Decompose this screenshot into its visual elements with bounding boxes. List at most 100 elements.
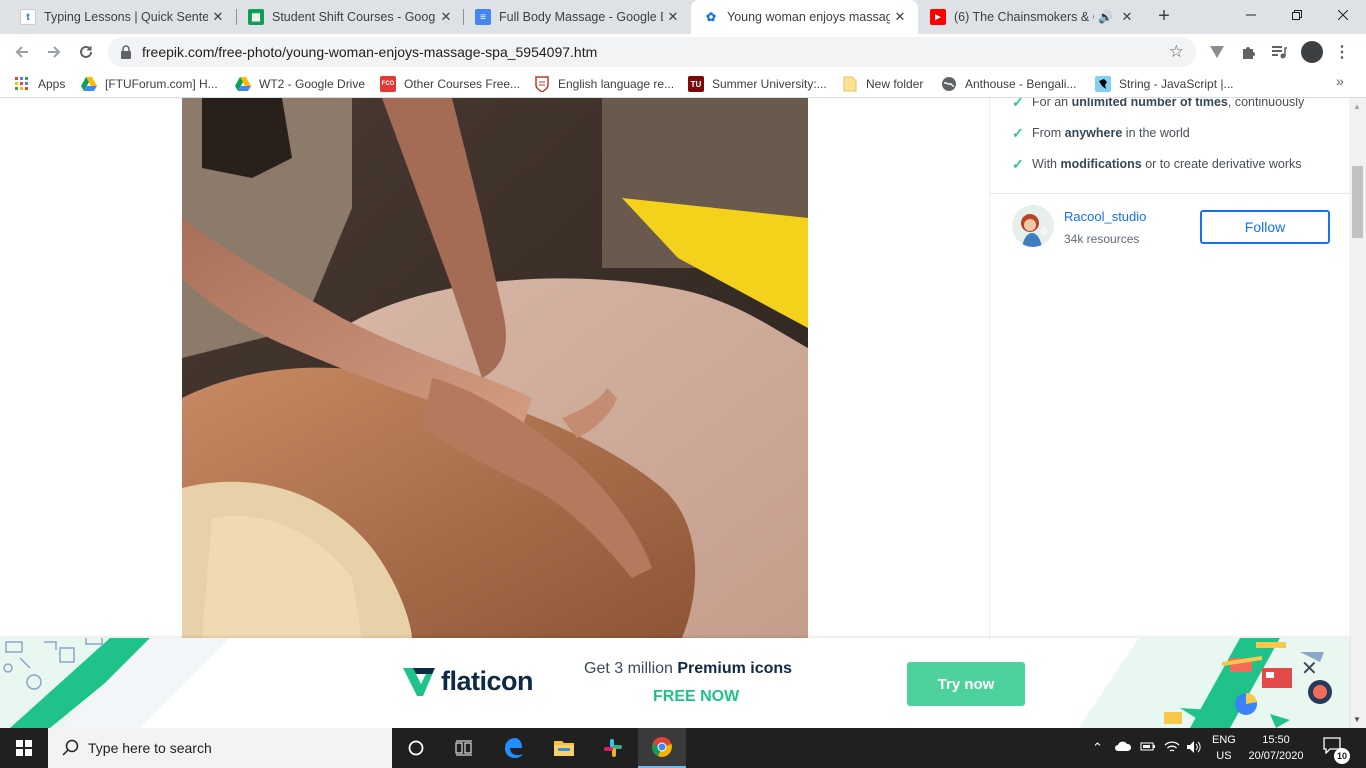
windows-logo-icon	[16, 740, 32, 756]
page-content: ✓ For an unlimited number of times, cont…	[0, 98, 1349, 728]
tab-young-woman-massage[interactable]: ✿ Young woman enjoys massage ✕	[691, 0, 918, 34]
battery-icon[interactable]	[1140, 740, 1156, 755]
input-language-indicator[interactable]: ENG US	[1212, 732, 1236, 764]
youtube-icon: ▶	[930, 9, 946, 25]
media-control-icon[interactable]	[1267, 40, 1291, 64]
bookmark-apps[interactable]: Apps	[14, 75, 65, 93]
bookmark-summer-university[interactable]: TU Summer University:...	[688, 75, 827, 93]
profile-avatar[interactable]	[1301, 41, 1323, 63]
tab-student-shift-courses[interactable]: ▦ Student Shift Courses - Google Sheets …	[236, 0, 464, 34]
author-resources-count: 34k resources	[1064, 232, 1140, 246]
promo-subline: FREE NOW	[653, 688, 740, 705]
folder-icon	[554, 741, 574, 756]
scroll-down-arrow-icon[interactable]: ▼	[1353, 715, 1361, 724]
menu-kebab-icon[interactable]: ⋮	[1330, 40, 1354, 64]
bookmark-label: WT2 - Google Drive	[259, 77, 366, 91]
scrollbar-thumb[interactable]	[1352, 166, 1363, 238]
cortana-button[interactable]	[392, 728, 440, 768]
extensions-puzzle-icon[interactable]	[1236, 40, 1260, 64]
minimize-button[interactable]	[1228, 0, 1274, 30]
google-drive-icon	[81, 76, 97, 92]
taskbar-slack[interactable]	[589, 728, 637, 768]
extension-v-icon[interactable]	[1205, 40, 1229, 64]
bookmark-label: Anthouse - Bengali...	[965, 77, 1077, 91]
bookmark-string-javascript[interactable]: String - JavaScript |...	[1095, 75, 1234, 93]
clock-time: 15:50	[1262, 734, 1290, 746]
close-icon[interactable]: ✕	[208, 9, 228, 25]
author-avatar[interactable]	[1012, 205, 1054, 247]
speaker-icon[interactable]: 🔊	[1098, 10, 1113, 24]
bookmark-label: Summer University:...	[712, 77, 827, 91]
back-button[interactable]	[10, 40, 34, 64]
close-icon[interactable]: ✕	[1117, 9, 1137, 25]
language-code: ENG	[1212, 734, 1236, 746]
try-now-button[interactable]: Try now	[907, 662, 1025, 706]
taskbar-search-box[interactable]: Type here to search	[48, 728, 392, 768]
license-text: With	[1032, 157, 1061, 171]
reload-button[interactable]	[74, 40, 98, 64]
close-window-button[interactable]	[1320, 0, 1366, 30]
close-icon[interactable]: ✕	[663, 9, 683, 25]
check-icon: ✓	[1012, 125, 1024, 141]
bookmark-label: String - JavaScript |...	[1119, 77, 1234, 91]
url-text[interactable]: freepik.com/free-photo/young-woman-enjoy…	[142, 44, 597, 60]
bookmark-wt2-drive[interactable]: WT2 - Google Drive	[235, 75, 365, 93]
flaticon-logo-icon	[403, 667, 435, 696]
check-icon: ✓	[1012, 98, 1024, 110]
close-icon[interactable]: ✕	[1301, 656, 1318, 681]
close-icon	[1338, 10, 1348, 20]
promo-headline: Get 3 million Premium icons	[584, 660, 792, 678]
folder-icon	[842, 76, 858, 92]
page-scrollbar[interactable]: ▲ ▼	[1349, 98, 1366, 728]
volume-icon[interactable]	[1186, 740, 1202, 757]
lock-icon[interactable]	[120, 45, 132, 64]
tab-title: (6) The Chainsmokers & Coldplay	[954, 10, 1094, 24]
system-clock[interactable]: 15:50 20/07/2020	[1244, 732, 1308, 764]
close-icon[interactable]: ✕	[436, 9, 456, 25]
promo-prefix: Get 3 million	[584, 660, 678, 677]
address-bar[interactable]: freepik.com/free-photo/young-woman-enjoy…	[108, 37, 1196, 67]
close-icon[interactable]: ✕	[890, 9, 910, 25]
wifi-icon[interactable]	[1164, 740, 1180, 757]
license-bold: unlimited number of times	[1071, 98, 1228, 109]
onedrive-icon[interactable]	[1114, 740, 1132, 755]
tab-full-body-massage[interactable]: ≡ Full Body Massage - Google Docs ✕	[463, 0, 691, 34]
new-tab-button[interactable]: +	[1152, 5, 1176, 29]
restore-button[interactable]	[1274, 0, 1320, 30]
start-button[interactable]	[0, 728, 48, 768]
taskbar-file-explorer[interactable]	[540, 728, 588, 768]
resource-sidebar: ✓ For an unlimited number of times, cont…	[989, 98, 1349, 639]
follow-button[interactable]: Follow	[1200, 210, 1330, 244]
author-name-link[interactable]: Racool_studio	[1064, 209, 1146, 224]
taskbar-edge[interactable]	[491, 728, 539, 768]
photo-illustration	[182, 98, 808, 639]
forward-button[interactable]	[42, 40, 66, 64]
check-icon: ✓	[1012, 156, 1024, 172]
bookmark-star-icon[interactable]: ☆	[1169, 42, 1184, 62]
bookmark-anthouse[interactable]: Anthouse - Bengali...	[941, 75, 1076, 93]
scroll-up-arrow-icon[interactable]: ▲	[1353, 102, 1361, 111]
taskbar-chrome[interactable]	[638, 728, 686, 768]
massage-photo[interactable]	[182, 98, 808, 639]
task-view-button[interactable]	[440, 728, 488, 768]
typing-favicon: t	[20, 9, 36, 25]
tab-youtube-chainsmokers[interactable]: ▶ (6) The Chainsmokers & Coldplay 🔊 ✕	[918, 0, 1146, 34]
google-sheets-icon: ▦	[248, 9, 264, 25]
bookmark-english-language[interactable]: English language re...	[534, 75, 674, 93]
restore-icon	[1292, 10, 1302, 20]
bookmarks-overflow-button[interactable]: »	[1336, 73, 1344, 89]
bookmark-label: English language re...	[558, 77, 675, 91]
tab-typing-lessons[interactable]: t Typing Lessons | Quick Sentences ✕	[8, 0, 236, 34]
bookmark-new-folder[interactable]: New folder	[842, 75, 923, 93]
show-hidden-icons-button[interactable]: ⌃	[1092, 740, 1103, 756]
flaticon-logo[interactable]: flaticon	[403, 666, 534, 697]
tab-title: Full Body Massage - Google Docs	[499, 10, 663, 24]
tab-title: Student Shift Courses - Google Sheets	[272, 10, 436, 24]
google-docs-icon: ≡	[475, 9, 491, 25]
bookmark-other-courses[interactable]: FCO Other Courses Free...	[380, 75, 520, 93]
search-icon	[62, 739, 79, 756]
sidebar-divider	[990, 193, 1349, 194]
banner-decoration	[0, 638, 1349, 728]
bookmark-ftuforum[interactable]: [FTUForum.com] H...	[81, 75, 218, 93]
flaticon-wordmark: flaticon	[441, 666, 534, 696]
